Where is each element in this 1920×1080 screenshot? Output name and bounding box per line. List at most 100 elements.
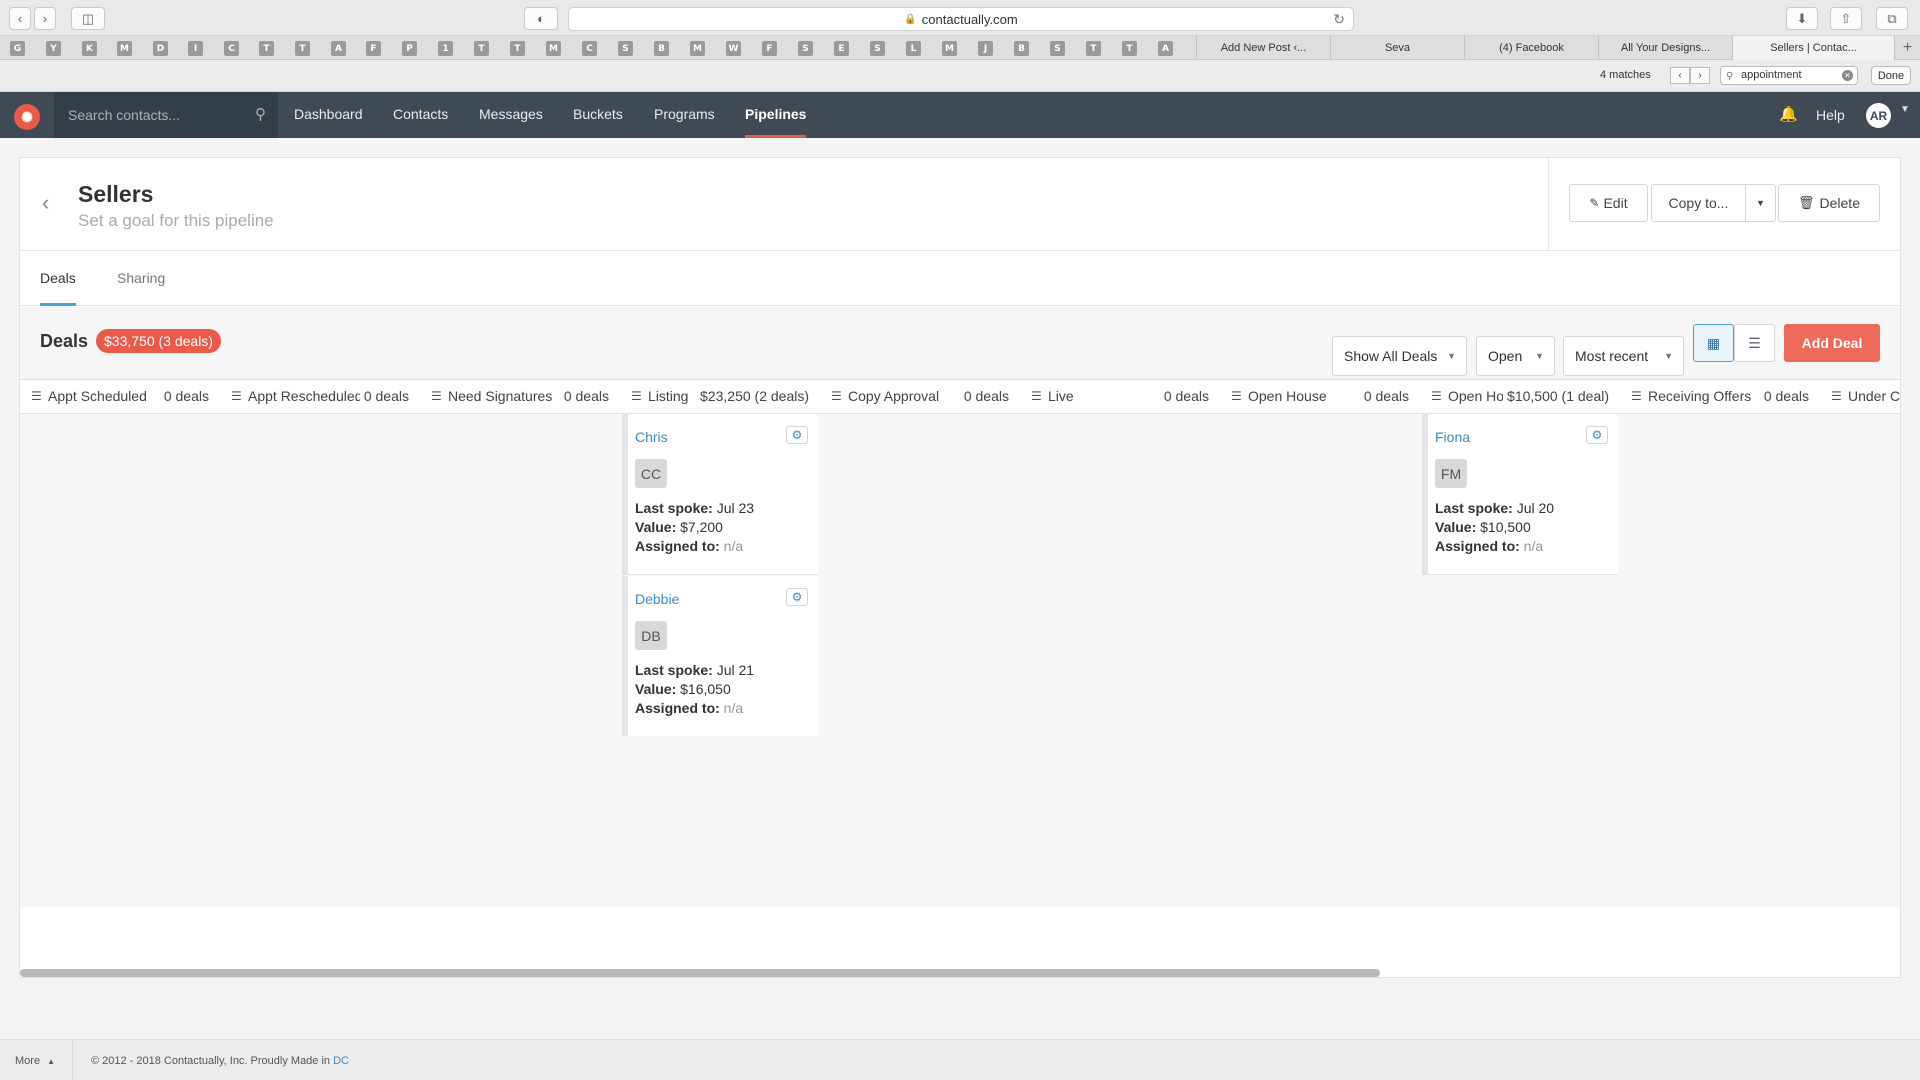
bookmark-icon[interactable]: M <box>690 41 705 56</box>
gear-icon[interactable]: ⚙ <box>786 588 808 606</box>
deal-contact-link[interactable]: Debbie <box>635 591 679 607</box>
bookmark-icon[interactable]: A <box>1158 41 1173 56</box>
bookmark-icon[interactable]: S <box>1050 41 1065 56</box>
gear-icon[interactable]: ⚙ <box>1586 426 1608 444</box>
column-header[interactable]: ☰ Live 0 deals <box>1020 380 1220 414</box>
list-view-button[interactable]: ☰ <box>1734 324 1775 362</box>
tab-sharing[interactable]: Sharing <box>117 251 165 306</box>
bookmark-icon[interactable]: S <box>798 41 813 56</box>
bookmark-icon[interactable]: Y <box>46 41 61 56</box>
column-header[interactable]: ☰ Copy Approval 0 deals <box>820 380 1020 414</box>
copy-dropdown-chevron-icon[interactable]: ▼ <box>1745 184 1776 222</box>
search-contacts-input[interactable]: Search contacts... ⚲ <box>54 92 278 138</box>
column-header[interactable]: ☰ Open House $10,500 (1 deal) <box>1420 380 1620 414</box>
find-next-icon[interactable]: › <box>1690 67 1710 84</box>
bookmark-icon[interactable]: W <box>726 41 741 56</box>
bookmark-icon[interactable]: E <box>834 41 849 56</box>
column-header[interactable]: ☰ Under Contract <box>1820 380 1900 414</box>
deal-contact-link[interactable]: Fiona <box>1435 429 1470 445</box>
tab-sellers[interactable]: Sellers | Contac... <box>1732 36 1894 60</box>
bookmark-icon[interactable]: T <box>474 41 489 56</box>
tab-add-new-post[interactable]: Add New Post ‹... <box>1196 36 1330 60</box>
nav-contacts[interactable]: Contacts <box>393 92 448 138</box>
find-done-button[interactable]: Done <box>1871 66 1911 85</box>
bookmark-icon[interactable]: B <box>1014 41 1029 56</box>
bookmark-icon[interactable]: M <box>546 41 561 56</box>
back-arrow-icon[interactable]: ‹ <box>9 7 31 30</box>
bookmark-icon[interactable]: I <box>188 41 203 56</box>
pipeline-goal-link[interactable]: Set a goal for this pipeline <box>78 211 274 231</box>
new-tab-icon[interactable]: + <box>1894 36 1920 60</box>
bookmark-icon[interactable]: K <box>82 41 97 56</box>
tabs-overview-icon[interactable]: ⧉ <box>1876 7 1908 30</box>
bookmark-icon[interactable]: M <box>117 41 132 56</box>
bookmark-icon[interactable]: M <box>942 41 957 56</box>
deal-card[interactable]: Chris ⚙ CC Last spoke: Jul 23 Value: $7,200 A… <box>622 414 818 575</box>
bookmark-icon[interactable]: A <box>331 41 346 56</box>
bookmark-icon[interactable]: J <box>978 41 993 56</box>
notifications-bell-icon[interactable]: 🔔 <box>1779 105 1798 123</box>
nav-buckets[interactable]: Buckets <box>573 92 623 138</box>
nav-programs[interactable]: Programs <box>654 92 715 138</box>
extension-icon[interactable]: ◐ <box>524 7 558 30</box>
contactually-logo-icon[interactable]: ✺ <box>14 104 40 130</box>
horizontal-scrollbar[interactable] <box>20 969 1380 977</box>
share-icon[interactable]: ⇧ <box>1830 7 1862 30</box>
column-header[interactable]: ☰ Appt Rescheduled 0 deals <box>220 380 420 414</box>
delete-button[interactable]: 🗑 Delete <box>1778 184 1880 222</box>
clear-icon[interactable]: ✕ <box>1842 70 1853 81</box>
address-bar[interactable]: 🔒 contactually.com ↻ <box>568 7 1354 31</box>
deal-card[interactable]: Debbie ⚙ DB Last spoke: Jul 21 Value: $16,05… <box>622 576 818 736</box>
bookmark-icon[interactable]: D <box>153 41 168 56</box>
bookmark-icon[interactable]: B <box>654 41 669 56</box>
sort-select[interactable]: Most recent ▼ <box>1563 336 1684 376</box>
add-deal-button[interactable]: Add Deal <box>1784 324 1880 362</box>
nav-dashboard[interactable]: Dashboard <box>294 92 363 138</box>
sidebar-toggle-icon[interactable]: ◫ <box>71 7 105 30</box>
deal-card[interactable]: Fiona ⚙ FM Last spoke: Jul 20 Value: $10,500… <box>1422 414 1618 575</box>
dc-link[interactable]: DC <box>333 1055 349 1067</box>
copy-to-button[interactable]: Copy to... <box>1651 184 1746 222</box>
bookmark-icon[interactable]: S <box>870 41 885 56</box>
column-header[interactable]: ☰ Open House 0 deals <box>1220 380 1420 414</box>
column-header[interactable]: ☰ Receiving Offers 0 deals <box>1620 380 1820 414</box>
nav-messages[interactable]: Messages <box>479 92 543 138</box>
column-header[interactable]: ☰ Appt Scheduled 0 deals <box>20 380 220 414</box>
bookmark-icon[interactable]: T <box>259 41 274 56</box>
bookmark-icon[interactable]: F <box>366 41 381 56</box>
reload-icon[interactable]: ↻ <box>1333 11 1345 28</box>
footer-more-button[interactable]: More ▲ <box>15 1055 55 1067</box>
find-input[interactable]: ⚲ appointment ✕ <box>1720 66 1858 85</box>
bookmark-icon[interactable]: 1 <box>438 41 453 56</box>
bookmark-icon[interactable]: T <box>1086 41 1101 56</box>
bookmark-icon[interactable]: C <box>224 41 239 56</box>
back-chevron-icon[interactable]: ‹ <box>42 190 49 216</box>
user-avatar[interactable]: AR <box>1866 103 1891 128</box>
column-header[interactable]: ☰ Listing $23,250 (2 deals) <box>620 380 820 414</box>
column-header[interactable]: ☰ Need Signatures 0 deals <box>420 380 620 414</box>
show-all-deals-select[interactable]: Show All Deals ▼ <box>1332 336 1467 376</box>
bookmark-icon[interactable]: L <box>906 41 921 56</box>
bookmark-icon[interactable]: F <box>762 41 777 56</box>
tab-seva[interactable]: Seva <box>1330 36 1464 60</box>
tab-all-your-designs[interactable]: All Your Designs... <box>1598 36 1732 60</box>
bookmark-icon[interactable]: T <box>295 41 310 56</box>
bookmark-icon[interactable]: S <box>618 41 633 56</box>
chevron-down-icon[interactable]: ▼ <box>1900 104 1910 115</box>
edit-button[interactable]: ✎ Edit <box>1569 184 1648 222</box>
tab-deals[interactable]: Deals <box>40 251 76 306</box>
nav-pipelines[interactable]: Pipelines <box>745 92 807 138</box>
find-prev-icon[interactable]: ‹ <box>1670 67 1690 84</box>
search-icon[interactable]: ⚲ <box>255 92 266 138</box>
deal-contact-link[interactable]: Chris <box>635 429 668 445</box>
forward-arrow-icon[interactable]: › <box>34 7 56 30</box>
gear-icon[interactable]: ⚙ <box>786 426 808 444</box>
bookmark-icon[interactable]: G <box>10 41 25 56</box>
tab-facebook[interactable]: (4) Facebook <box>1464 36 1598 60</box>
bookmark-icon[interactable]: P <box>402 41 417 56</box>
help-link[interactable]: Help <box>1816 92 1845 138</box>
download-icon[interactable]: ⬇ <box>1786 7 1818 30</box>
grid-view-button[interactable]: ▦ <box>1693 324 1734 362</box>
bookmark-icon[interactable]: T <box>510 41 525 56</box>
status-select[interactable]: Open ▼ <box>1476 336 1555 376</box>
